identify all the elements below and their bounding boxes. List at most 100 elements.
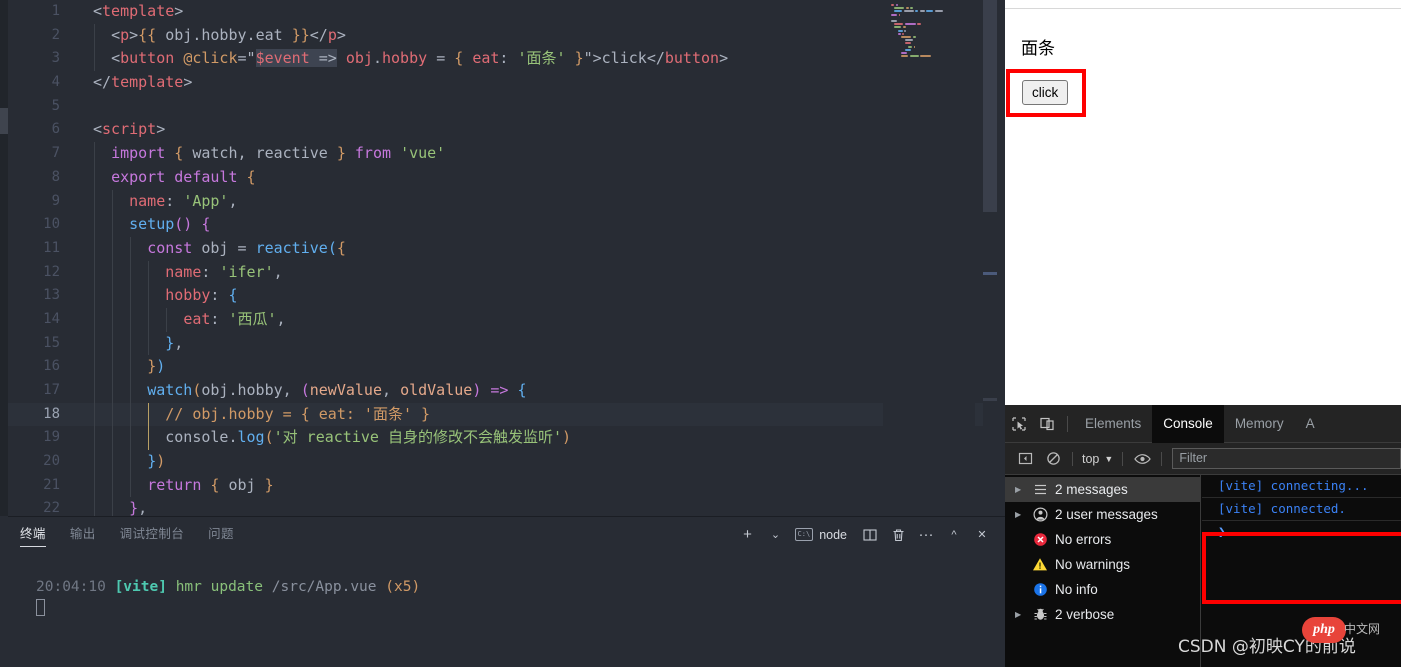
code-text: <p>{{ obj.hobby.eat }}</p> — [111, 25, 346, 44]
tab-console[interactable]: Console — [1152, 404, 1224, 443]
minimap-line — [909, 55, 919, 58]
code-line[interactable]: 19 console.log('对 reactive 自身的修改不会触发监听') — [8, 426, 983, 451]
code-text: }) — [147, 357, 166, 376]
panel-tab-terminal[interactable]: 终端 — [8, 517, 58, 552]
editor-minimap[interactable] — [883, 0, 975, 516]
console-prompt[interactable]: ❯ — [1202, 521, 1401, 540]
active-terminal-name: node — [819, 527, 847, 542]
inspect-element-icon[interactable] — [1005, 405, 1033, 443]
new-terminal-icon[interactable]: + — [735, 522, 761, 548]
console-sidebar-item-info[interactable]: ▶No info — [1005, 577, 1200, 602]
code-line[interactable]: 17 watch(obj.hobby, (newValue, oldValue)… — [8, 379, 983, 403]
minimap-line — [904, 23, 916, 26]
console-sidebar-item-error[interactable]: ▶No errors — [1005, 527, 1200, 552]
console-toolbar: top ▼ Filter — [1005, 443, 1401, 475]
code-line[interactable]: 6 <script> — [8, 118, 983, 142]
line-number: 8 — [51, 168, 60, 185]
code-line[interactable]: 21 return { obj } — [8, 473, 983, 498]
minimap-line — [901, 55, 909, 58]
line-number: 15 — [43, 334, 60, 351]
minimap-line — [920, 55, 932, 58]
trash-icon[interactable] — [885, 522, 911, 548]
code-line[interactable]: 16 }) — [8, 355, 983, 379]
split-terminal-icon[interactable] — [857, 522, 883, 548]
code-line[interactable]: 2 <p>{{ obj.hobby.eat }}</p> — [8, 23, 983, 48]
tab-memory[interactable]: Memory — [1224, 405, 1295, 443]
code-line[interactable]: 10 setup() { — [8, 213, 983, 237]
panel-tab-debug-console[interactable]: 调试控制台 — [108, 517, 197, 552]
tab-application[interactable]: A — [1295, 405, 1326, 443]
line-number: 6 — [51, 121, 60, 138]
code-editor[interactable]: 1 <template> 2 <p>{{ obj.hobby.eat }}</p> 3… — [8, 0, 983, 516]
tab-elements-label: Elements — [1085, 415, 1142, 431]
list-icon — [1032, 482, 1048, 497]
line-number: 18 — [43, 405, 60, 422]
panel-tab-problems[interactable]: 问题 — [196, 517, 246, 552]
console-filter-input[interactable]: Filter — [1172, 448, 1401, 469]
code-line[interactable]: 9 name: 'App', — [8, 189, 983, 214]
maximize-panel-icon[interactable]: ^ — [941, 522, 967, 548]
editor-scrollbar-thumb[interactable] — [983, 0, 997, 212]
terminal-icon: C:\ — [794, 528, 814, 541]
line-number: 19 — [43, 429, 60, 446]
console-sidebar-item-label: No warnings — [1055, 557, 1131, 572]
code-text: <button @click="$event => obj.hobby = { … — [111, 49, 729, 68]
code-line[interactable]: 7 import { watch, reactive } from 'vue' — [8, 142, 983, 166]
active-terminal-chip[interactable]: C:\ node — [791, 528, 855, 542]
click-button[interactable]: click — [1022, 80, 1069, 105]
code-text: const obj = reactive({ — [147, 238, 346, 257]
line-number: 12 — [43, 263, 60, 280]
execution-context-selector[interactable]: top ▼ — [1078, 452, 1117, 466]
console-sidebar-item-bug[interactable]: ▶ 2 verbose — [1005, 602, 1200, 627]
code-line[interactable]: 22 }, — [8, 497, 983, 516]
error-icon — [1032, 532, 1048, 547]
left-strip-thumb[interactable] — [0, 108, 8, 134]
console-sidebar-item-label: No errors — [1055, 532, 1112, 547]
code-line[interactable]: 12 name: 'ifer', — [8, 260, 983, 285]
device-toolbar-icon[interactable] — [1033, 405, 1061, 443]
minimap-line — [902, 32, 905, 35]
console-sidebar-item-list[interactable]: ▶ 2 messages — [1005, 477, 1200, 502]
console-sidebar-item-warning[interactable]: ▶No warnings — [1005, 552, 1200, 577]
code-line[interactable]: 11 const obj = reactive({ — [8, 236, 983, 261]
chevron-right-icon[interactable]: ▶ — [1015, 485, 1025, 494]
more-actions-icon[interactable]: ··· — [913, 522, 939, 548]
code-line[interactable]: 15 }, — [8, 331, 983, 356]
minimap-line — [894, 26, 902, 29]
minimap-line — [891, 13, 897, 16]
panel-tab-output[interactable]: 输出 — [58, 517, 108, 552]
code-line[interactable]: 18 // obj.hobby = { eat: '面条' } — [8, 402, 983, 427]
line-number: 17 — [43, 382, 60, 398]
chevron-down-icon[interactable]: ⌄ — [763, 522, 789, 548]
clear-console-icon[interactable] — [1039, 446, 1067, 472]
overview-marker — [983, 398, 997, 401]
chevron-right-icon[interactable]: ▶ — [1015, 610, 1025, 619]
line-number: 21 — [43, 476, 60, 493]
code-line[interactable]: 13 hobby: { — [8, 284, 983, 308]
editor-left-strip — [0, 0, 8, 516]
close-panel-icon[interactable]: ✕ — [969, 522, 995, 548]
code-line[interactable]: 5 — [8, 95, 983, 119]
minimap-line — [908, 45, 912, 48]
code-line[interactable]: 3 <button @click="$event => obj.hobby = … — [8, 47, 983, 72]
code-line[interactable]: 20 }) — [8, 450, 983, 474]
tab-elements[interactable]: Elements — [1074, 405, 1152, 443]
code-line[interactable]: 4 </template> — [8, 71, 983, 95]
php-logo-icon: php — [1302, 617, 1346, 643]
minimap-line — [897, 32, 901, 35]
code-line[interactable]: 14 eat: '西瓜', — [8, 307, 983, 332]
console-filter-placeholder: Filter — [1179, 451, 1208, 465]
terminal-output[interactable]: 20:04:10 [vite] hmr update /src/App.vue … — [8, 552, 1005, 667]
minimap-line — [917, 23, 922, 26]
console-sidebar-item-person[interactable]: ▶ 2 user messages — [1005, 502, 1200, 527]
live-expression-eye-icon[interactable] — [1128, 446, 1156, 472]
code-text: <template> — [93, 2, 184, 20]
chevron-right-icon[interactable]: ▶ — [1015, 510, 1025, 519]
minimap-line — [919, 10, 925, 13]
code-line[interactable]: 1 <template> — [8, 0, 983, 24]
line-number: 16 — [43, 358, 60, 375]
sidebar-toggle-icon[interactable] — [1011, 446, 1039, 472]
panel-actions: + ⌄ C:\ node ··· ^ ✕ — [735, 517, 995, 552]
line-number: 2 — [51, 26, 60, 43]
code-line[interactable]: 8 export default { — [8, 165, 983, 190]
